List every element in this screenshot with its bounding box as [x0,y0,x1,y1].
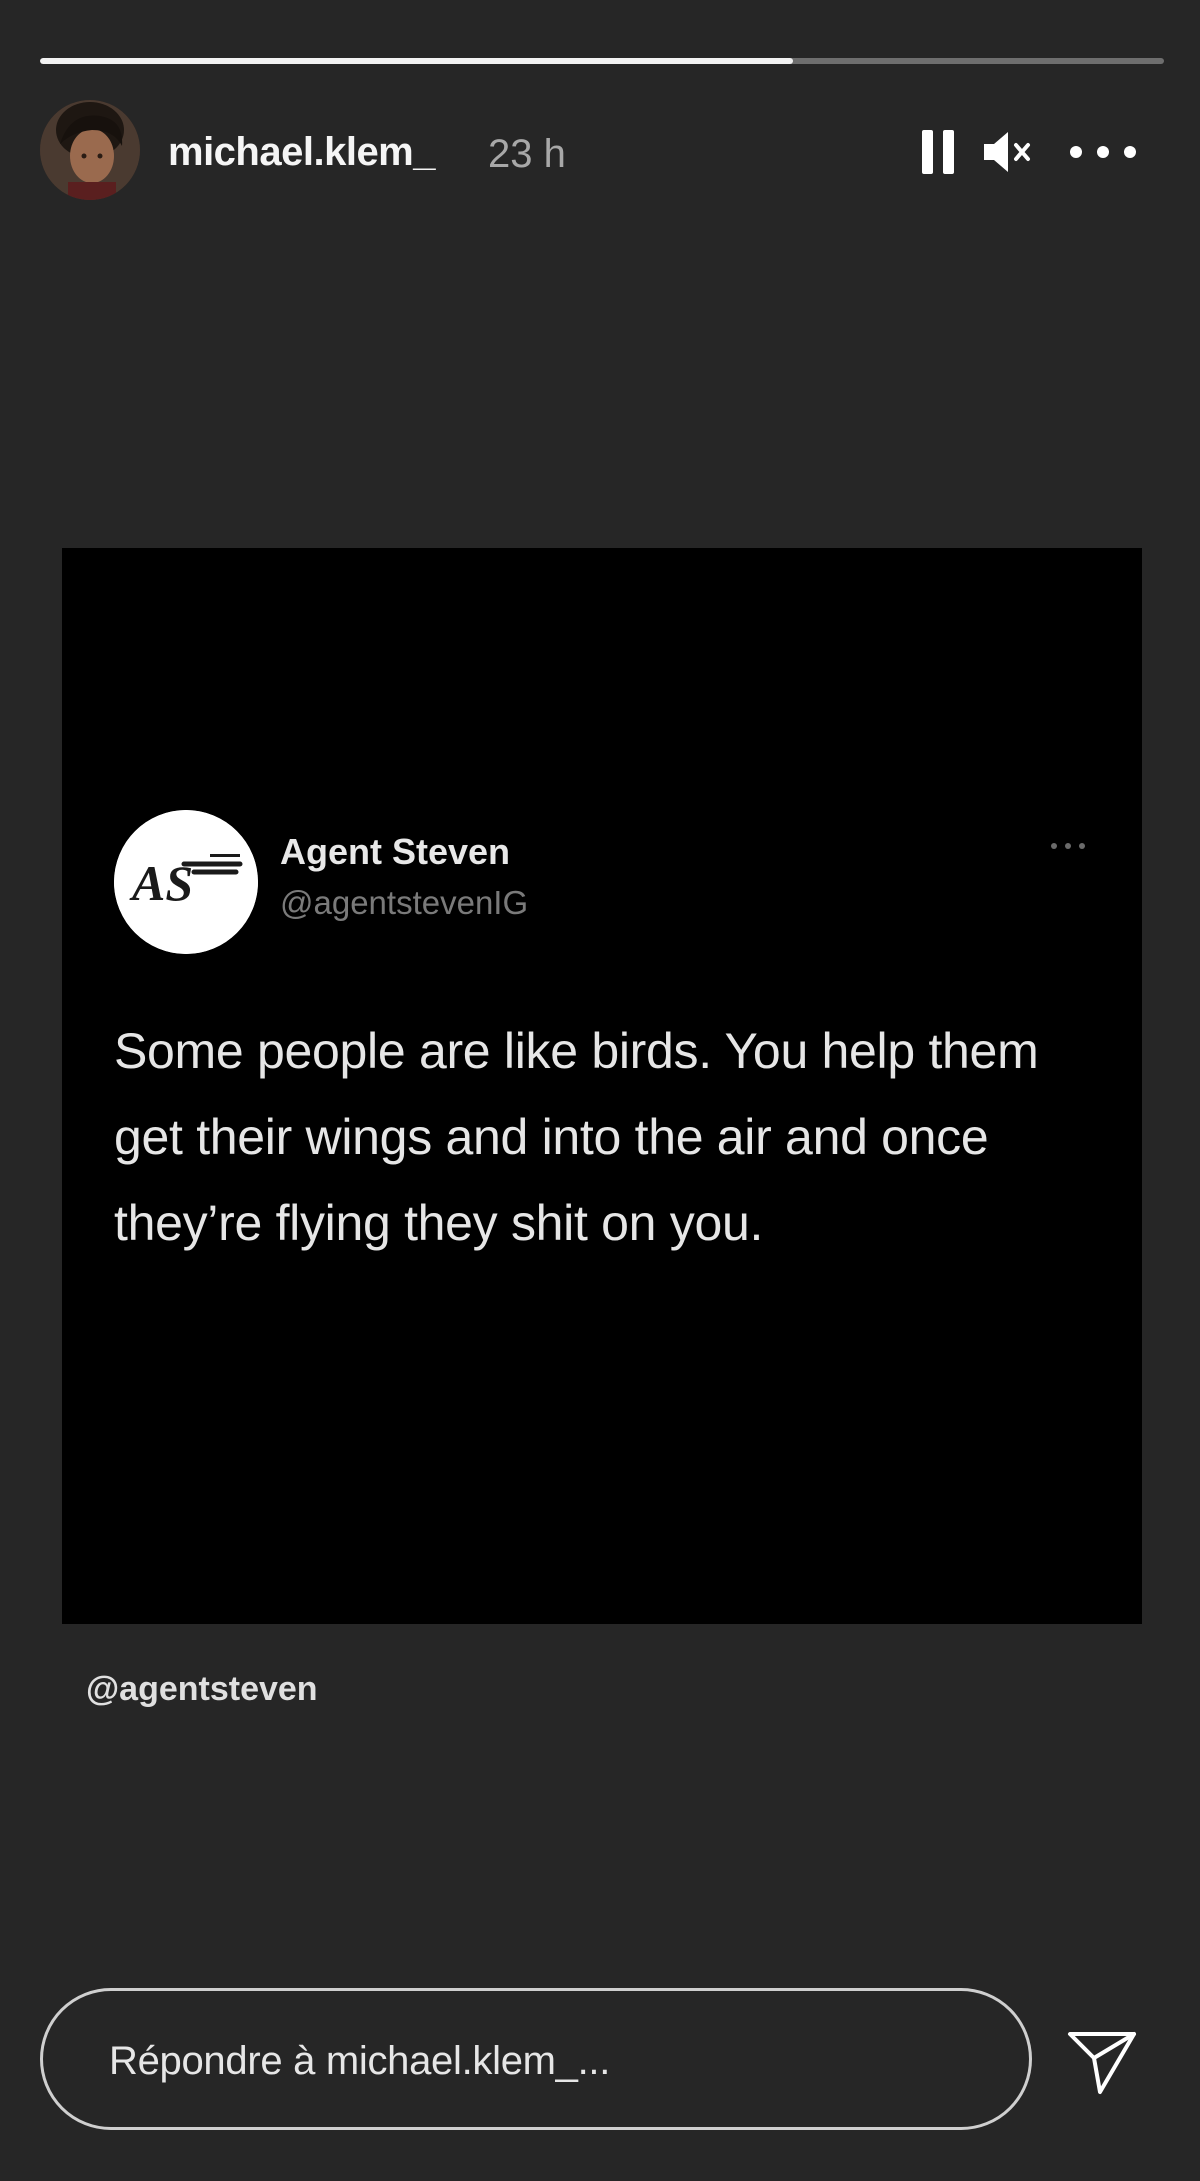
tweet-more-icon [1044,834,1092,858]
tweet-avatar: AS [114,810,258,954]
story-header: michael.klem_ 23 h [40,100,1164,210]
pause-button[interactable] [908,122,968,182]
more-options-button[interactable] [1060,122,1146,182]
more-horizontal-icon [1070,146,1136,158]
avatar[interactable] [40,100,140,200]
send-icon [1068,2032,1136,2094]
send-button[interactable] [1062,2020,1142,2100]
story-progress-fill [40,58,794,64]
tweet-author-name: Agent Steven [280,831,511,872]
agent-steven-logo: AS [114,810,258,954]
speaker-muted-icon [984,132,1030,172]
story-progress-bar [40,58,1164,64]
mute-button[interactable] [978,122,1038,182]
story-timestamp: 23 h [488,132,566,176]
story-post[interactable]: AS Agent Steven @agentstevenIG Some peop… [62,548,1142,1624]
pause-icon [922,130,954,174]
mention-sticker[interactable]: @agentsteven [86,1670,318,1709]
reply-input[interactable]: Répondre à michael.klem_... [40,1988,1032,2130]
reply-placeholder: Répondre à michael.klem_... [109,2039,611,2083]
tweet-author-handle: @agentstevenIG [280,884,529,921]
tweet-text: Some people are like birds. You help the… [114,1023,1039,1251]
avatar-image [40,100,140,200]
story-username[interactable]: michael.klem_ [168,130,436,175]
